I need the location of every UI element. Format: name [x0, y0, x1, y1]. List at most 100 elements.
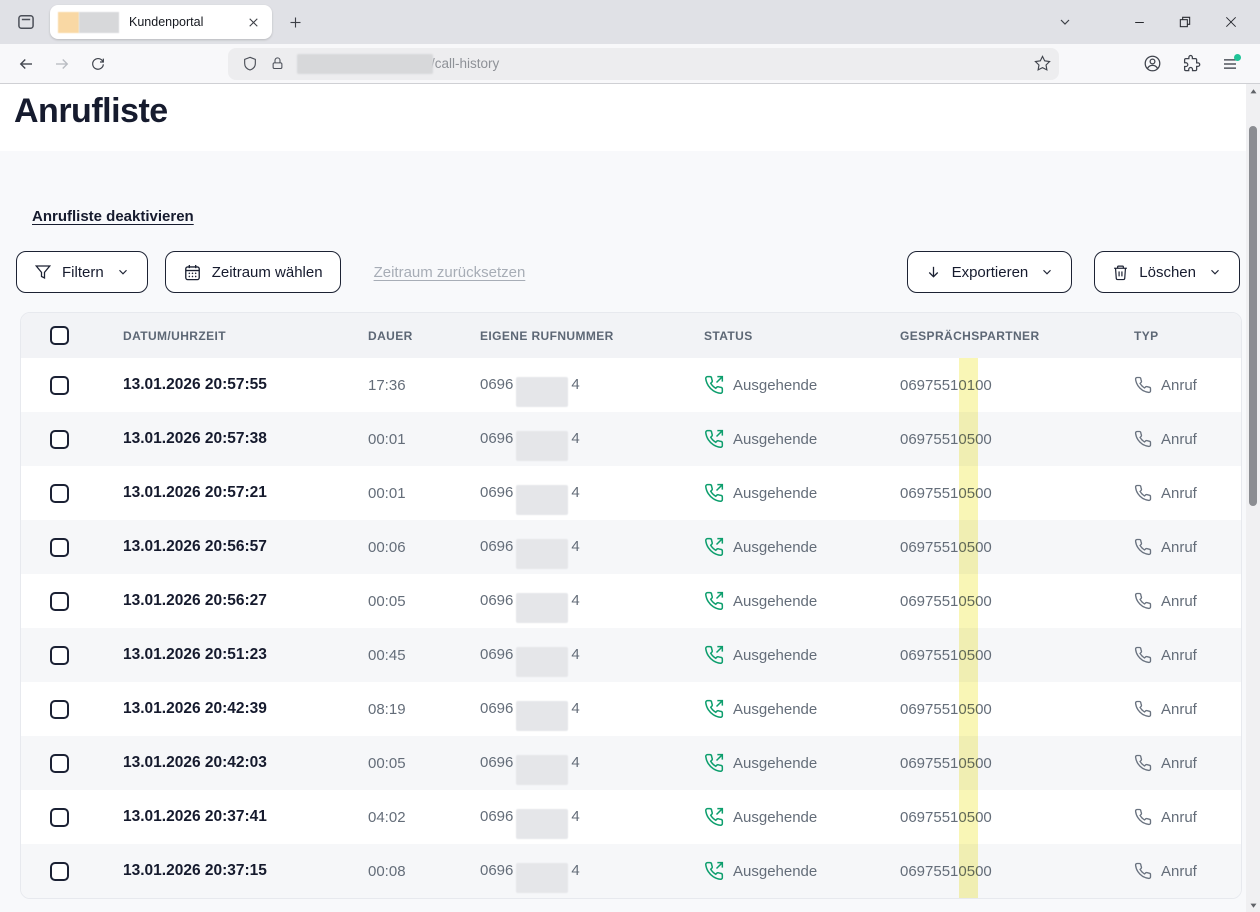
outgoing-call-icon — [704, 591, 724, 611]
cell-own-number: 06964 — [480, 532, 704, 562]
vertical-scrollbar[interactable] — [1246, 84, 1260, 912]
row-checkbox[interactable] — [50, 754, 69, 773]
cell-datetime: 13.01.2026 20:51:23 — [123, 646, 368, 664]
minimize-icon[interactable] — [1116, 2, 1162, 42]
restore-icon[interactable] — [1162, 2, 1208, 42]
table-row[interactable]: 13.01.2026 20:57:21 00:01 06964 Ausgehen… — [21, 466, 1241, 520]
phone-icon — [1134, 808, 1152, 826]
choose-range-button-label: Zeitraum wählen — [212, 264, 323, 281]
cell-partner: 06975510500 — [900, 431, 1134, 448]
cell-datetime: 13.01.2026 20:42:39 — [123, 700, 368, 718]
filter-button-label: Filtern — [62, 264, 104, 281]
cell-duration: 00:08 — [368, 863, 480, 880]
row-checkbox[interactable] — [50, 484, 69, 503]
phone-icon — [1134, 646, 1152, 664]
row-checkbox[interactable] — [50, 376, 69, 395]
table-row[interactable]: 13.01.2026 20:51:23 00:45 06964 Ausgehen… — [21, 628, 1241, 682]
cell-own-number: 06964 — [480, 370, 704, 400]
row-checkbox[interactable] — [50, 646, 69, 665]
lock-icon[interactable] — [270, 56, 285, 71]
scrollbar-thumb[interactable] — [1249, 126, 1257, 506]
extensions-puzzle-icon[interactable] — [1175, 48, 1207, 80]
cell-type: Anruf — [1134, 646, 1241, 664]
cell-status: Ausgehende — [704, 861, 900, 881]
cell-own-number: 06964 — [480, 856, 704, 886]
cell-duration: 17:36 — [368, 377, 480, 394]
menu-update-badge — [1234, 54, 1241, 61]
outgoing-call-icon — [704, 375, 724, 395]
row-checkbox[interactable] — [50, 700, 69, 719]
account-icon[interactable] — [1136, 48, 1168, 80]
table-row[interactable]: 13.01.2026 20:37:15 00:08 06964 Ausgehen… — [21, 844, 1241, 898]
choose-range-button[interactable]: Zeitraum wählen — [165, 251, 341, 293]
phone-icon — [1134, 376, 1152, 394]
phone-icon — [1134, 592, 1152, 610]
calendar-icon — [183, 263, 202, 282]
cell-status: Ausgehende — [704, 537, 900, 557]
url-path: /call-history — [431, 56, 1034, 71]
row-checkbox[interactable] — [50, 862, 69, 881]
export-button-label: Exportieren — [952, 264, 1029, 281]
row-checkbox[interactable] — [50, 430, 69, 449]
row-checkbox[interactable] — [50, 538, 69, 557]
table-actions-row: Filtern Zeitraum wählen Zeitraum zurücks… — [16, 251, 1240, 293]
cell-duration: 00:06 — [368, 539, 480, 556]
cell-duration: 08:19 — [368, 701, 480, 718]
select-all-checkbox[interactable] — [50, 326, 69, 345]
column-header-partner[interactable]: GESPRÄCHSPARTNER — [900, 329, 1134, 343]
cell-partner: 06975510500 — [900, 647, 1134, 664]
cell-datetime: 13.01.2026 20:37:15 — [123, 862, 368, 880]
cell-partner: 06975510500 — [900, 539, 1134, 556]
filter-button[interactable]: Filtern — [16, 251, 148, 293]
scroll-down-icon[interactable] — [1246, 898, 1260, 912]
table-row[interactable]: 13.01.2026 20:57:55 17:36 06964 Ausgehen… — [21, 358, 1241, 412]
toolbar-right — [1136, 48, 1252, 80]
column-header-own-number[interactable]: EIGENE RUFNUMMER — [480, 329, 704, 343]
chevron-down-icon — [1208, 265, 1222, 279]
table-row[interactable]: 13.01.2026 20:56:27 00:05 06964 Ausgehen… — [21, 574, 1241, 628]
table-row[interactable]: 13.01.2026 20:42:03 00:05 06964 Ausgehen… — [21, 736, 1241, 790]
table-row[interactable]: 13.01.2026 20:42:39 08:19 06964 Ausgehen… — [21, 682, 1241, 736]
page-viewport: Anrufliste Anrufliste deaktivieren Filte… — [0, 84, 1260, 912]
shield-icon[interactable] — [242, 56, 258, 72]
firefox-view-icon[interactable] — [10, 6, 42, 38]
deactivate-call-list-link[interactable]: Anrufliste deaktivieren — [32, 208, 194, 225]
tab-close-icon[interactable] — [242, 11, 264, 33]
table-row[interactable]: 13.01.2026 20:37:41 04:02 06964 Ausgehen… — [21, 790, 1241, 844]
cell-status: Ausgehende — [704, 753, 900, 773]
row-checkbox[interactable] — [50, 592, 69, 611]
outgoing-call-icon — [704, 429, 724, 449]
heading-strip: Anrufliste — [0, 84, 1246, 151]
scroll-up-icon[interactable] — [1246, 84, 1260, 98]
url-redacted — [297, 54, 433, 74]
list-all-tabs-icon[interactable] — [1050, 7, 1080, 37]
table-header-row: DATUM/UHRZEIT DAUER EIGENE RUFNUMMER STA… — [21, 313, 1241, 358]
tab-bar: Kundenportal — [0, 0, 1260, 44]
column-header-type[interactable]: TYP — [1134, 329, 1241, 343]
url-bar[interactable]: /call-history — [228, 48, 1059, 80]
delete-button[interactable]: Löschen — [1094, 251, 1240, 293]
own-number-redacted — [516, 755, 568, 785]
reload-icon[interactable] — [82, 48, 114, 80]
column-header-datetime[interactable]: DATUM/UHRZEIT — [123, 329, 368, 343]
browser-tab[interactable]: Kundenportal — [50, 5, 272, 39]
back-icon[interactable] — [10, 48, 42, 80]
table-row[interactable]: 13.01.2026 20:57:38 00:01 06964 Ausgehen… — [21, 412, 1241, 466]
own-number-redacted — [516, 377, 568, 407]
own-number-redacted — [516, 431, 568, 461]
bookmark-star-icon[interactable] — [1034, 55, 1051, 72]
chevron-down-icon — [116, 265, 130, 279]
menu-hamburger-icon[interactable] — [1214, 48, 1246, 80]
close-icon[interactable] — [1208, 2, 1254, 42]
export-button[interactable]: Exportieren — [907, 251, 1073, 293]
cell-own-number: 06964 — [480, 640, 704, 670]
page-title: Anrufliste — [14, 92, 1246, 131]
row-checkbox[interactable] — [50, 808, 69, 827]
table-row[interactable]: 13.01.2026 20:56:57 00:06 06964 Ausgehen… — [21, 520, 1241, 574]
column-header-status[interactable]: STATUS — [704, 329, 900, 343]
outgoing-call-icon — [704, 483, 724, 503]
call-history-table: DATUM/UHRZEIT DAUER EIGENE RUFNUMMER STA… — [20, 312, 1242, 899]
column-header-duration[interactable]: DAUER — [368, 329, 480, 343]
new-tab-icon[interactable] — [280, 7, 310, 37]
forward-icon — [46, 48, 78, 80]
